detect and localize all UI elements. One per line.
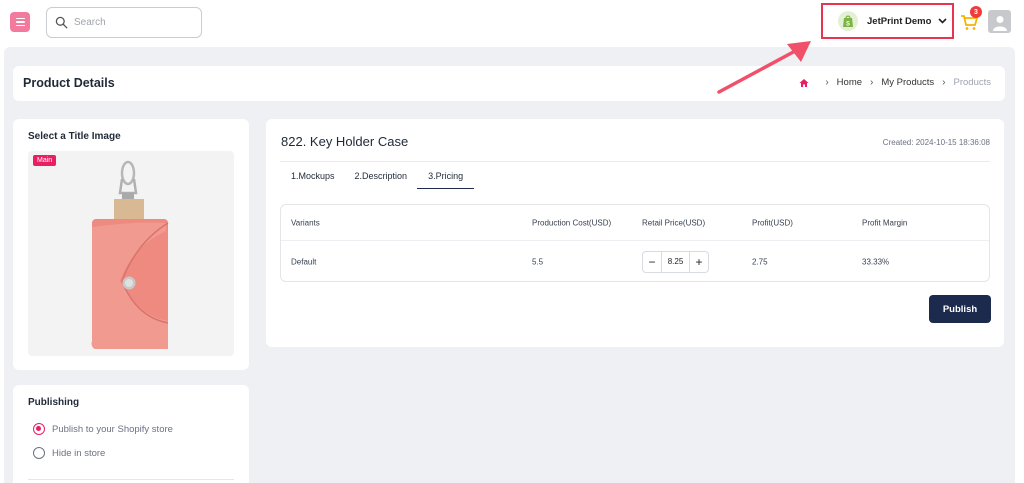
divider [280, 161, 990, 162]
increment-button[interactable]: + [690, 252, 708, 272]
avatar[interactable] [988, 10, 1011, 33]
breadcrumb-home[interactable]: Home [837, 77, 862, 88]
radio-button[interactable] [33, 423, 45, 435]
radio-button[interactable] [33, 447, 45, 459]
user-icon [992, 15, 1007, 31]
top-bar: S JetPrint Demo 3 [0, 0, 1024, 46]
image-panel-title: Select a Title Image [28, 131, 121, 142]
breadcrumb: › Home › My Products › Products [799, 77, 991, 88]
table-header: Variants Production Cost(USD) Retail Pri… [281, 205, 989, 241]
hamburger-menu-icon[interactable] [10, 12, 30, 32]
radio-label: Publish to your Shopify store [52, 423, 173, 435]
header-production-cost: Production Cost(USD) [532, 218, 612, 227]
retail-price-input[interactable]: 8.25 [661, 251, 690, 272]
product-title: 822. Key Holder Case [281, 134, 409, 149]
search-icon [55, 16, 68, 29]
product-tabs: 1.Mockups 2.Description 3.Pricing [281, 171, 475, 189]
product-details-panel: 822. Key Holder Case Created: 2024-10-15… [266, 119, 1004, 347]
tab-mockups[interactable]: 1.Mockups [281, 171, 345, 189]
decrement-button[interactable]: − [643, 252, 661, 272]
divider [28, 479, 234, 480]
tab-description[interactable]: 2.Description [345, 171, 418, 189]
breadcrumb-separator: › [825, 77, 829, 88]
radio-label: Hide in store [52, 447, 106, 459]
svg-text:S: S [846, 22, 850, 28]
cart-count-badge: 3 [970, 6, 982, 18]
tab-pricing[interactable]: 3.Pricing [417, 171, 475, 189]
page-title: Product Details [23, 76, 115, 90]
breadcrumb-separator: › [942, 77, 946, 88]
publishing-title: Publishing [28, 397, 80, 408]
created-timestamp: Created: 2024-10-15 18:36:08 [882, 138, 990, 147]
key-holder-image [91, 160, 169, 349]
breadcrumb-separator: › [870, 77, 874, 88]
store-selector[interactable]: S JetPrint Demo [821, 3, 954, 39]
publishing-panel: Publishing Publish to your Shopify store… [13, 385, 249, 483]
header-profit-margin: Profit Margin [862, 218, 908, 227]
header-retail-price: Retail Price(USD) [642, 218, 706, 227]
header-variants: Variants [291, 218, 320, 227]
radio-publish-shopify[interactable]: Publish to your Shopify store [33, 423, 173, 435]
table-row: Default 5.5 − 8.25 + 2.75 33.33% [281, 241, 989, 282]
breadcrumb-my-products[interactable]: My Products [881, 77, 934, 88]
retail-price-stepper: − 8.25 + [642, 250, 709, 273]
variant-cell: Default [291, 257, 317, 266]
shopify-icon: S [838, 11, 858, 31]
production-cost-cell: 5.5 [532, 257, 544, 266]
header-profit: Profit(USD) [752, 218, 793, 227]
profit-margin-cell: 33.33% [862, 257, 890, 266]
breadcrumb-products: Products [953, 77, 992, 88]
annotation-arrow-icon [717, 41, 811, 94]
search-box[interactable] [46, 7, 202, 38]
page-header: Product Details › Home › My Products › P… [13, 66, 1005, 101]
product-image[interactable]: Main [28, 151, 234, 356]
main-badge: Main [33, 155, 57, 166]
pricing-table: Variants Production Cost(USD) Retail Pri… [280, 204, 990, 282]
store-name: JetPrint Demo [867, 15, 932, 27]
chevron-down-icon [938, 18, 947, 24]
profit-cell: 2.75 [752, 257, 768, 266]
radio-hide-in-store[interactable]: Hide in store [33, 447, 105, 459]
title-image-panel: Select a Title Image Main [13, 119, 249, 370]
publish-button[interactable]: Publish [929, 295, 991, 323]
search-input[interactable] [74, 17, 194, 28]
